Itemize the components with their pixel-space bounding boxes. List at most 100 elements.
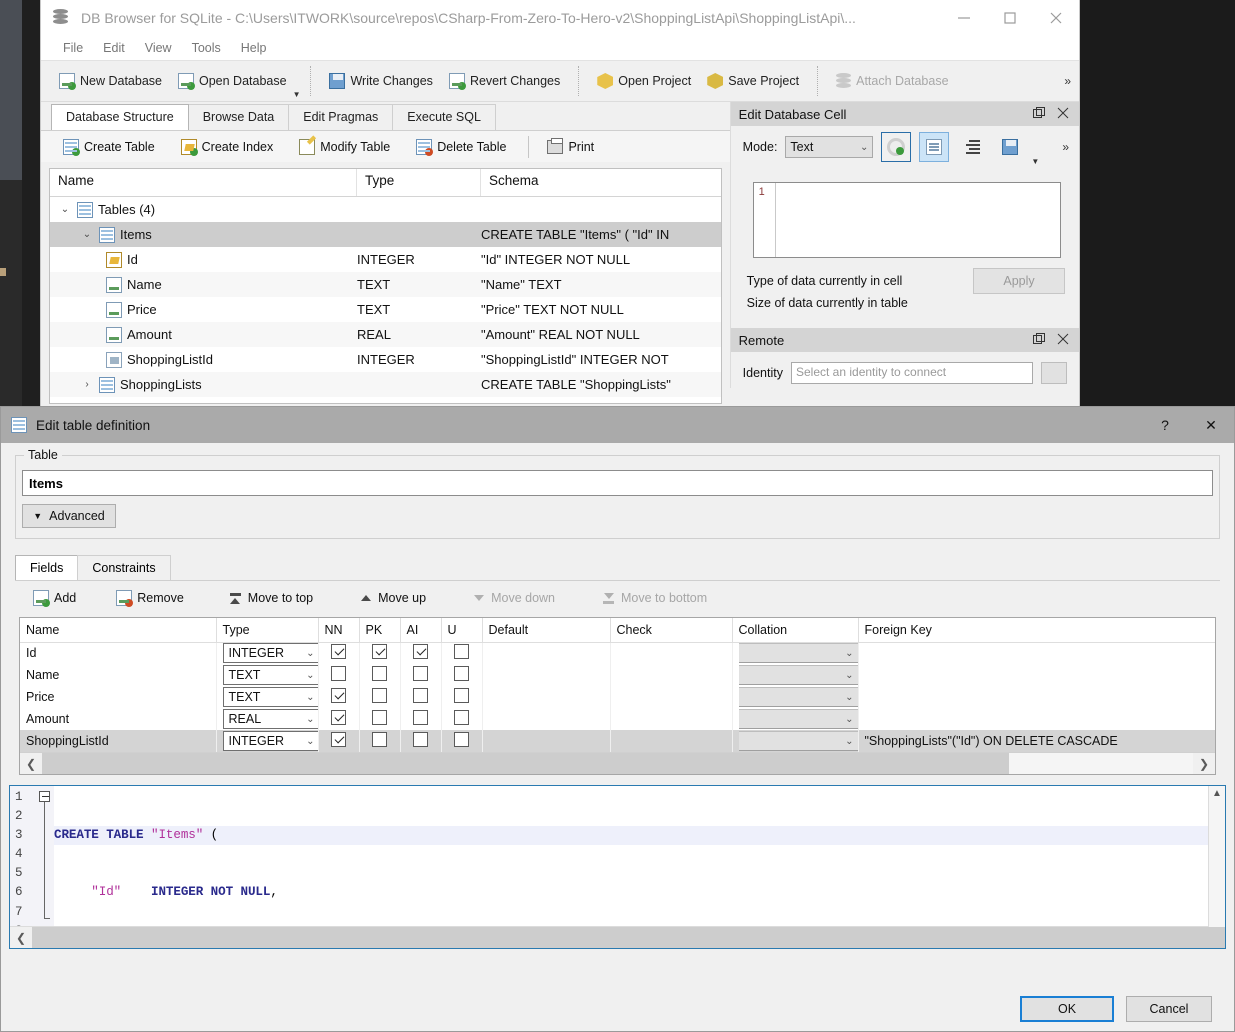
- field-fk-cell[interactable]: [858, 642, 1215, 664]
- tree-row-items[interactable]: ⌄ Items CREATE TABLE "Items" ( "Id" IN: [50, 222, 721, 247]
- tree-row-field-name[interactable]: Name TEXT "Name" TEXT: [50, 272, 721, 297]
- attach-database-button[interactable]: Attach Database: [828, 69, 956, 93]
- checkbox-ai[interactable]: [413, 710, 428, 725]
- tab-constraints[interactable]: Constraints: [77, 555, 171, 580]
- table-row[interactable]: Id INTEGER ⌄ ⌄: [20, 642, 1215, 664]
- tree-row-field-id[interactable]: Id INTEGER "Id" INTEGER NOT NULL: [50, 247, 721, 272]
- hscroll-track[interactable]: [32, 927, 1225, 948]
- field-pk-cell[interactable]: [359, 664, 401, 686]
- field-u-cell[interactable]: [441, 664, 483, 686]
- move-down-button[interactable]: Move down: [464, 588, 565, 608]
- checkbox-pk[interactable]: [372, 644, 387, 660]
- col-header-name[interactable]: Name: [20, 618, 217, 643]
- tree-row-tables-group[interactable]: ⌄ Tables (4): [50, 197, 721, 222]
- checkbox-nn[interactable]: [331, 688, 346, 703]
- mode-select[interactable]: Text ⌄: [785, 136, 874, 158]
- field-type-cell[interactable]: INTEGER ⌄: [216, 730, 319, 752]
- modify-table-button[interactable]: Modify Table: [291, 136, 398, 158]
- toolbar-overflow-button[interactable]: »: [1064, 74, 1079, 88]
- move-to-bottom-button[interactable]: Move to bottom: [593, 588, 717, 608]
- field-ai-cell[interactable]: [400, 708, 442, 730]
- word-wrap-button[interactable]: [957, 132, 987, 162]
- field-nn-cell[interactable]: [318, 686, 360, 708]
- field-pk-cell[interactable]: [359, 708, 401, 730]
- field-ai-cell[interactable]: [400, 642, 442, 664]
- dialog-close-button[interactable]: ✕: [1188, 407, 1234, 443]
- tree-row-field-shoppinglistid[interactable]: ShoppingListId INTEGER "ShoppingListId" …: [50, 347, 721, 372]
- maximize-button[interactable]: [987, 0, 1033, 36]
- field-default-cell[interactable]: [482, 664, 611, 686]
- cancel-button[interactable]: Cancel: [1126, 996, 1212, 1022]
- field-check-cell[interactable]: [610, 708, 733, 730]
- menu-help[interactable]: Help: [231, 39, 277, 57]
- table-name-input[interactable]: Items: [22, 470, 1213, 496]
- col-header-default[interactable]: Default: [482, 618, 611, 643]
- identity-select[interactable]: Select an identity to connect: [790, 362, 1033, 384]
- cell-editor-text[interactable]: [776, 183, 1060, 257]
- open-database-dropdown-icon[interactable]: ▼: [293, 90, 301, 101]
- field-name-cell[interactable]: ShoppingListId: [20, 730, 217, 752]
- field-nn-cell[interactable]: [318, 730, 360, 752]
- move-to-top-button[interactable]: Move to top: [220, 588, 323, 608]
- cell-toolbar-overflow-button[interactable]: »: [1062, 140, 1079, 154]
- tree-col-type[interactable]: Type: [357, 169, 481, 196]
- field-default-cell[interactable]: [482, 642, 611, 664]
- open-database-button[interactable]: Open Database: [170, 69, 295, 93]
- field-pk-cell[interactable]: [359, 686, 401, 708]
- save-as-button[interactable]: [995, 132, 1025, 162]
- field-default-cell[interactable]: [482, 686, 611, 708]
- tab-fields[interactable]: Fields: [15, 555, 79, 580]
- ok-button[interactable]: OK: [1020, 996, 1114, 1022]
- field-u-cell[interactable]: [441, 642, 483, 664]
- minimize-button[interactable]: [941, 0, 987, 36]
- col-header-collation[interactable]: Collation: [732, 618, 859, 643]
- table-row[interactable]: Price TEXT ⌄ ⌄: [20, 686, 1215, 708]
- checkbox-u[interactable]: [454, 666, 469, 681]
- write-changes-button[interactable]: Write Changes: [321, 69, 440, 93]
- tab-database-structure[interactable]: Database Structure: [51, 104, 189, 130]
- field-u-cell[interactable]: [441, 730, 483, 752]
- field-collation-cell[interactable]: ⌄: [732, 642, 859, 664]
- field-nn-cell[interactable]: [318, 664, 360, 686]
- field-collation-cell[interactable]: ⌄: [732, 730, 859, 752]
- checkbox-ai[interactable]: [413, 644, 428, 660]
- field-nn-cell[interactable]: [318, 708, 360, 730]
- field-name-cell[interactable]: Amount: [20, 708, 217, 730]
- fields-grid-hscrollbar[interactable]: ❮ ❯: [20, 752, 1215, 774]
- field-type-cell[interactable]: TEXT ⌄: [216, 664, 319, 686]
- field-name-cell[interactable]: Price: [20, 686, 217, 708]
- col-header-check[interactable]: Check: [610, 618, 733, 643]
- tree-row-shoppinglists[interactable]: › ShoppingLists CREATE TABLE "ShoppingLi…: [50, 372, 721, 397]
- tree-col-schema[interactable]: Schema: [481, 169, 721, 196]
- col-header-type[interactable]: Type: [216, 618, 319, 643]
- checkbox-nn[interactable]: [331, 710, 346, 725]
- field-ai-cell[interactable]: [400, 686, 442, 708]
- chevron-down-icon[interactable]: ⌄: [80, 229, 94, 240]
- revert-changes-button[interactable]: Revert Changes: [441, 69, 568, 93]
- checkbox-u[interactable]: [454, 710, 469, 725]
- sql-vscrollbar[interactable]: ▲ ▼: [1208, 786, 1225, 948]
- menu-file[interactable]: File: [53, 39, 93, 57]
- col-header-pk[interactable]: PK: [359, 618, 401, 643]
- new-database-button[interactable]: New Database: [51, 69, 170, 93]
- chevron-down-icon[interactable]: ⌄: [58, 204, 72, 215]
- import-data-button[interactable]: [881, 132, 912, 162]
- table-row[interactable]: Amount REAL ⌄ ⌄: [20, 708, 1215, 730]
- table-row[interactable]: Name TEXT ⌄ ⌄: [20, 664, 1215, 686]
- checkbox-pk[interactable]: [372, 710, 387, 725]
- field-type-cell[interactable]: REAL ⌄: [216, 708, 319, 730]
- field-u-cell[interactable]: [441, 686, 483, 708]
- checkbox-nn[interactable]: [331, 732, 346, 747]
- delete-table-button[interactable]: Delete Table: [408, 136, 514, 158]
- checkbox-u[interactable]: [454, 644, 469, 660]
- col-header-u[interactable]: U: [441, 618, 483, 643]
- cell-value-editor[interactable]: 1: [752, 182, 1061, 258]
- checkbox-pk[interactable]: [372, 666, 387, 681]
- field-ai-cell[interactable]: [400, 664, 442, 686]
- field-u-cell[interactable]: [441, 708, 483, 730]
- float-dock-icon[interactable]: [1033, 106, 1045, 122]
- field-collation-cell[interactable]: ⌄: [732, 664, 859, 686]
- scroll-right-icon[interactable]: ❯: [1193, 757, 1215, 771]
- field-check-cell[interactable]: [610, 642, 733, 664]
- menu-view[interactable]: View: [135, 39, 182, 57]
